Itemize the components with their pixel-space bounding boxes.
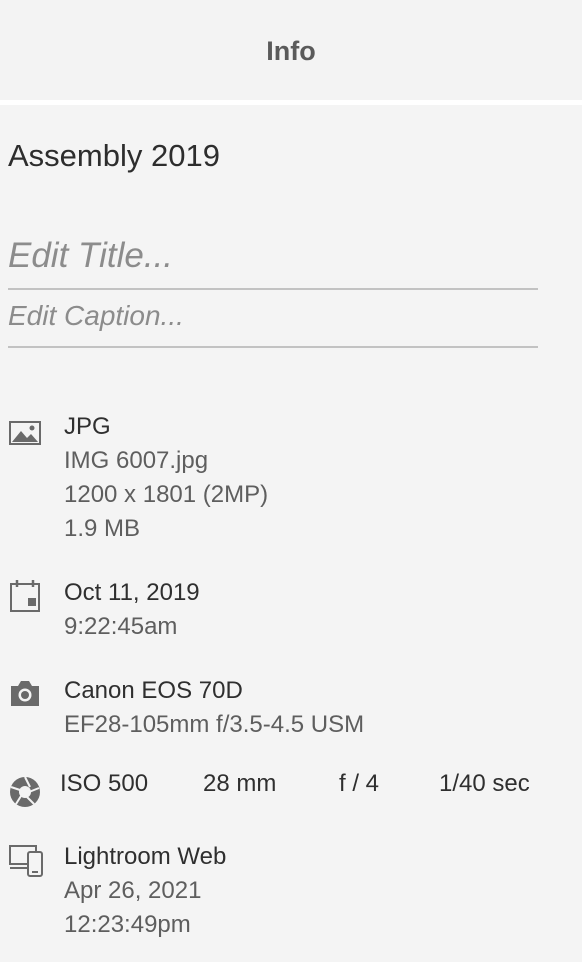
exif-focal-length: 28 mm [203, 770, 277, 797]
edit-caption-field[interactable]: Edit Caption... [8, 300, 538, 348]
header-divider [0, 100, 582, 105]
calendar-icon [8, 578, 42, 612]
edit-caption-placeholder: Edit Caption... [8, 300, 184, 331]
file-size: 1.9 MB [64, 515, 141, 542]
devices-icon [8, 842, 43, 877]
image-icon [8, 416, 42, 450]
app-name: Lightroom Web [64, 843, 227, 870]
exif-iso: ISO 500 [60, 770, 149, 797]
aperture-icon [8, 775, 42, 809]
edit-title-placeholder: Edit Title... [8, 236, 174, 275]
exif-aperture: f / 4 [339, 770, 380, 797]
app-date: Apr 26, 2021 [64, 877, 202, 904]
file-format: JPG [64, 413, 111, 440]
panel-header: Info [0, 0, 582, 100]
app-time: 12:23:49pm [64, 911, 191, 938]
panel-title: Info [266, 35, 316, 66]
file-dimensions: 1200 x 1801 (2MP) [64, 481, 269, 508]
camera-icon [8, 676, 42, 710]
capture-time: 9:22:45am [64, 613, 178, 640]
file-name: IMG 6007.jpg [64, 447, 209, 474]
exif-shutter: 1/40 sec [439, 770, 530, 797]
camera-model: Canon EOS 70D [64, 677, 243, 704]
album-name: Assembly 2019 [8, 138, 220, 173]
camera-lens: EF28-105mm f/3.5-4.5 USM [64, 711, 365, 738]
edit-title-field[interactable]: Edit Title... [8, 236, 538, 290]
capture-date: Oct 11, 2019 [64, 579, 200, 606]
